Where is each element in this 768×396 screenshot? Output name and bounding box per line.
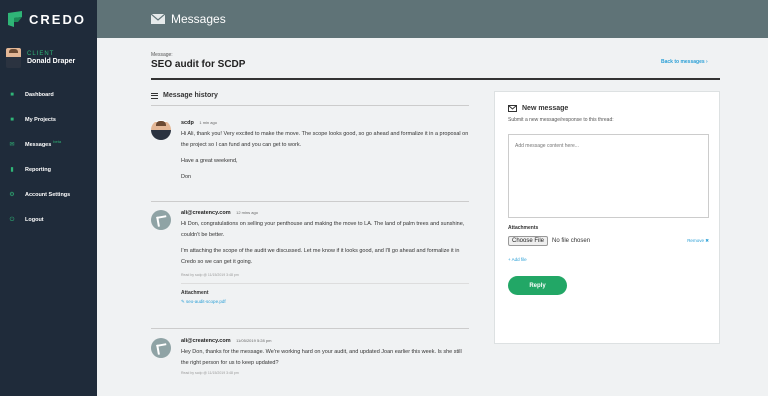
message-paragraph: Hi Don, congratulations on selling your … — [181, 221, 465, 238]
envelope-icon — [151, 14, 165, 24]
sidebar-item-my-projects[interactable]: ■ My Projects — [0, 107, 97, 132]
reply-button[interactable]: Reply — [508, 276, 567, 295]
avatar — [151, 210, 171, 230]
message-text: Hey Don, thanks for the message. We're w… — [181, 347, 469, 369]
message-time: 12 mins ago — [236, 210, 258, 215]
app-name: CREDO — [29, 11, 86, 27]
divider — [151, 105, 469, 106]
message-author: ali@creatency.com — [181, 210, 231, 216]
sidebar-item-logout[interactable]: ⏻ Logout — [0, 207, 97, 232]
sidebar-item-label: Messages — [25, 141, 52, 148]
remove-file-link[interactable]: Remove ✖ — [687, 238, 709, 244]
message-history-heading: Message history — [151, 92, 218, 99]
file-input-row: Choose File No file chosen Remove ✖ — [508, 236, 709, 246]
back-link-label: Back to messages — [661, 59, 705, 65]
message-text: Hi Ali, thank you! Very excited to make … — [181, 129, 469, 183]
message-paragraph: Hi Ali, thank you! Very excited to make … — [181, 131, 469, 148]
logo[interactable]: CREDO — [6, 10, 86, 28]
message-content-input[interactable] — [508, 134, 709, 218]
message-history-title: Message history — [163, 92, 218, 99]
sidebar-item-label: Account Settings — [25, 191, 71, 198]
client-name: Donald Draper — [27, 58, 76, 65]
sidebar: CREDO CLIENT Donald Draper ■ Dashboard ■… — [0, 0, 97, 396]
message-author: scdp — [181, 120, 194, 126]
envelope-icon — [508, 105, 517, 112]
top-header: Messages — [97, 0, 768, 38]
divider — [151, 328, 469, 329]
remove-icon: ✖ — [705, 238, 709, 243]
divider — [181, 283, 469, 284]
main-content: Message: SEO audit for SCDP Back to mess… — [97, 38, 768, 396]
read-receipt: Read by scdp @ 11/15/2019 3:48 pm — [181, 371, 239, 375]
sidebar-item-label: Dashboard — [25, 91, 54, 98]
new-message-card: New message Submit a new message/respons… — [494, 91, 720, 344]
message-time: 11/05/2019 5:28 pm — [236, 338, 272, 343]
read-receipt: Read by scdp @ 11/15/2019 3:48 pm — [181, 273, 239, 277]
header-title: Messages — [171, 12, 226, 26]
messages-icon: ✉ — [9, 141, 15, 148]
page-title: SEO audit for SCDP — [151, 59, 246, 70]
message-paragraph: I'm attaching the scope of the audit we … — [181, 248, 460, 265]
attachments-label: Attachments — [508, 225, 539, 231]
sidebar-item-label: Logout — [25, 216, 44, 223]
new-message-title: New message — [522, 105, 569, 112]
paperclip-icon: ✎ — [181, 299, 185, 304]
divider — [151, 78, 720, 80]
message-text: Hi Don, congratulations on selling your … — [181, 219, 469, 268]
new-message-heading: New message — [508, 105, 568, 112]
gear-icon: ⚙ — [9, 191, 15, 198]
attachment-link[interactable]: ✎ seo-audit-scope.pdf — [181, 299, 469, 305]
choose-file-button[interactable]: Choose File — [508, 236, 549, 246]
logout-icon: ⏻ — [9, 216, 15, 223]
list-icon — [151, 92, 158, 99]
sidebar-item-dashboard[interactable]: ■ Dashboard — [0, 82, 97, 107]
sidebar-item-label: Reporting — [25, 166, 51, 173]
client-profile: CLIENT Donald Draper — [6, 48, 75, 68]
sidebar-item-reporting[interactable]: ▮ Reporting — [0, 157, 97, 182]
sidebar-nav: ■ Dashboard ■ My Projects ✉ Messages bet… — [0, 82, 97, 232]
client-avatar — [6, 48, 21, 68]
message-time: 1 min ago — [199, 120, 217, 125]
breadcrumb: Message: — [151, 52, 173, 58]
message-paragraph: Don — [181, 174, 192, 180]
credo-logo-icon — [8, 11, 22, 27]
attachment-label: Attachment — [181, 290, 209, 296]
file-status: No file chosen — [552, 238, 591, 244]
divider — [151, 201, 469, 202]
avatar — [151, 338, 171, 358]
message-paragraph: Hey Don, thanks for the message. We're w… — [181, 349, 462, 366]
message-paragraph: Have a great weekend, — [181, 158, 238, 164]
sidebar-item-account-settings[interactable]: ⚙ Account Settings — [0, 182, 97, 207]
avatar — [151, 120, 171, 140]
attachment-filename: seo-audit-scope.pdf — [186, 299, 226, 304]
back-to-messages-link[interactable]: Back to messages › — [661, 59, 708, 65]
beta-badge: beta — [53, 139, 62, 144]
add-file-link[interactable]: + Add file — [508, 257, 527, 262]
client-label: CLIENT — [27, 51, 55, 57]
new-message-subtitle: Submit a new message/response to this th… — [508, 117, 614, 123]
sidebar-item-messages[interactable]: ✉ Messages beta — [0, 132, 97, 157]
message-author: ali@creatency.com — [181, 338, 231, 344]
reporting-icon: ▮ — [10, 166, 14, 173]
remove-label: Remove — [687, 238, 704, 243]
dashboard-icon: ■ — [10, 91, 14, 98]
projects-icon: ■ — [10, 116, 14, 123]
sidebar-item-label: My Projects — [25, 116, 56, 123]
